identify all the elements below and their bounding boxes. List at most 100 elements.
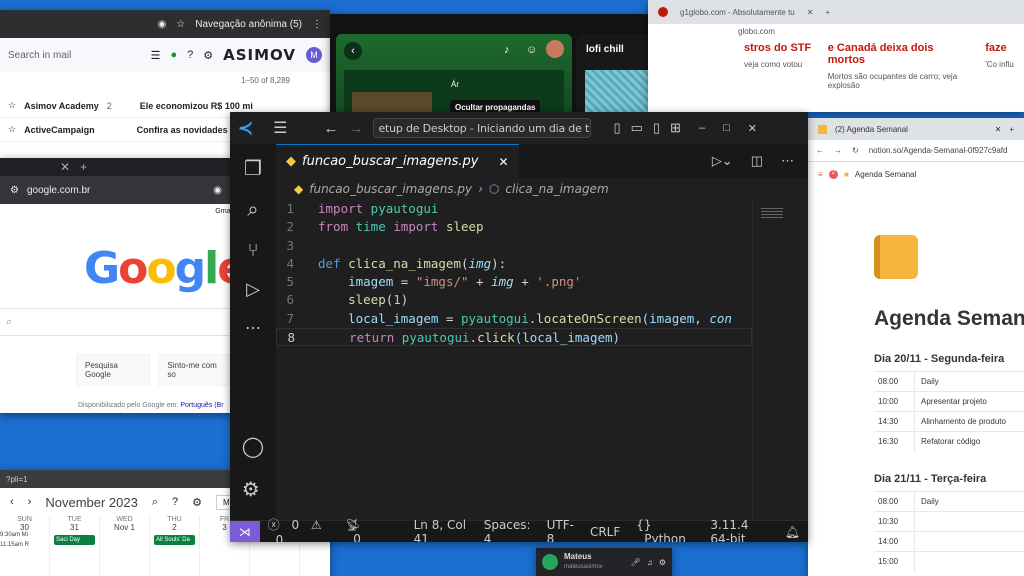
- headline-title[interactable]: stros do STF: [744, 42, 816, 54]
- google-search-button[interactable]: Pesquisa Google: [76, 354, 151, 386]
- task-cell[interactable]: Alinhamento de produto: [914, 411, 1006, 432]
- url-text[interactable]: google.com.br: [27, 185, 90, 196]
- table-row[interactable]: 08:00 Daily: [874, 491, 1024, 512]
- breadcrumb-label[interactable]: Agenda Semanal: [855, 170, 916, 179]
- cursor-position[interactable]: Ln 8, Col 41: [406, 518, 476, 543]
- tab-news[interactable]: g1globo.com - Absolutamente tu: [680, 8, 795, 17]
- table-row[interactable]: 10:00 Apresentar projeto: [874, 391, 1024, 412]
- table-row[interactable]: 14:00: [874, 531, 1024, 552]
- breadcrumb-symbol[interactable]: clica_na_imagem: [505, 182, 608, 196]
- mic-icon[interactable]: 🎤︎: [631, 558, 641, 567]
- avatar[interactable]: [542, 554, 558, 570]
- toggle-secondary-sidebar-icon[interactable]: ▯: [653, 120, 660, 136]
- bell-icon[interactable]: 🔔︎: [777, 525, 808, 539]
- python-interpreter[interactable]: 3.11.4 64-bit: [702, 518, 776, 543]
- tab-notion[interactable]: (2) Agenda Semanal: [835, 125, 908, 134]
- avatar[interactable]: [546, 40, 564, 58]
- code-line[interactable]: 4 def clica_na_imagem(img):: [276, 255, 752, 273]
- calendar-day[interactable]: TUE 31 Saci Day: [50, 516, 100, 576]
- task-cell[interactable]: Daily: [914, 491, 939, 512]
- menu-icon[interactable]: ☰: [273, 118, 287, 138]
- task-cell[interactable]: Refatorar código: [914, 431, 980, 452]
- headline[interactable]: faze 'Co influ: [985, 42, 1024, 90]
- toggle-panel-icon[interactable]: ▭: [631, 120, 643, 136]
- code-line[interactable]: 3: [276, 237, 752, 255]
- code-line[interactable]: 1 import pyautogui: [276, 200, 752, 218]
- customize-layout-icon[interactable]: ⊞: [670, 120, 681, 136]
- url-text[interactable]: ?pli=1: [6, 475, 28, 484]
- minimize-icon[interactable]: –: [699, 122, 705, 134]
- more-actions-icon[interactable]: ⋯: [781, 153, 794, 169]
- headline[interactable]: e Canadá deixa dois mortos Mortos são ocu…: [828, 42, 973, 90]
- explorer-icon[interactable]: ❐: [244, 156, 262, 181]
- search-icon[interactable]: ⌕: [152, 496, 158, 509]
- event-note[interactable]: 9:30am Mi: [0, 532, 49, 538]
- close-tab-icon[interactable]: ✕: [807, 8, 814, 17]
- headline[interactable]: stros do STF veja como votou: [744, 42, 816, 90]
- account-icon[interactable]: ◯: [242, 434, 264, 459]
- gmail-link[interactable]: Gmai: [0, 204, 232, 215]
- prev-icon[interactable]: ‹: [10, 496, 14, 508]
- url-text[interactable]: globo.com: [648, 24, 1024, 42]
- command-center[interactable]: etup de Desktop - Iniciando um dia de tr…: [373, 118, 592, 138]
- line-endings[interactable]: CRLF: [582, 525, 628, 539]
- event-note[interactable]: 11:15am R: [0, 542, 49, 548]
- task-cell[interactable]: Apresentar projeto: [914, 391, 987, 412]
- status-dot-icon[interactable]: ●: [170, 49, 177, 61]
- star-icon[interactable]: ☆: [176, 19, 185, 30]
- calendar-day[interactable]: WED Nov 1: [100, 516, 150, 576]
- run-icon[interactable]: ▷⌄: [712, 153, 733, 169]
- forward-icon[interactable]: →: [834, 146, 842, 155]
- new-tab-icon[interactable]: +: [825, 8, 830, 17]
- toggle-sidebar-icon[interactable]: ▯: [613, 120, 620, 136]
- problems-indicator[interactable]: ⓧ 0 ⚠ 0: [260, 516, 338, 542]
- tab-funcao-buscar-imagens[interactable]: ◆ funcao_buscar_imagens.py ✕: [276, 144, 519, 178]
- eye-off-icon[interactable]: ◉: [158, 19, 167, 30]
- minimap[interactable]: [752, 200, 808, 520]
- gear-icon[interactable]: ⚙: [242, 477, 264, 502]
- forward-icon[interactable]: →: [348, 120, 363, 137]
- menu-dots-icon[interactable]: ⋮: [312, 19, 322, 30]
- table-row[interactable]: 16:30 Refatorar código: [874, 431, 1024, 452]
- gear-icon[interactable]: ⚙: [203, 49, 213, 62]
- more-icon[interactable]: ⋯: [245, 318, 261, 338]
- code-line[interactable]: 2 from time import sleep: [276, 218, 752, 236]
- close-tab-icon[interactable]: ✕: [60, 160, 70, 174]
- avatar[interactable]: M: [306, 47, 322, 63]
- reload-icon[interactable]: ↻: [852, 146, 859, 155]
- new-tab-icon[interactable]: +: [80, 160, 87, 174]
- close-icon[interactable]: ✕: [748, 122, 757, 135]
- run-debug-icon[interactable]: ▷: [246, 279, 260, 300]
- language-link[interactable]: Português (Br: [180, 402, 223, 409]
- menu-icon[interactable]: ≡: [818, 170, 823, 179]
- next-icon[interactable]: ›: [28, 496, 32, 508]
- language-mode[interactable]: {} Python: [628, 518, 702, 543]
- calendar-event[interactable]: All Souls' Da: [154, 535, 195, 545]
- headline-title[interactable]: e Canadá deixa dois mortos: [828, 42, 973, 66]
- friends-icon[interactable]: ☺: [526, 44, 537, 56]
- headline-title[interactable]: faze: [985, 42, 1024, 54]
- breadcrumb-file[interactable]: funcao_buscar_imagens.py: [309, 182, 472, 196]
- search-icon[interactable]: ⌕: [247, 199, 258, 222]
- task-cell[interactable]: [914, 511, 921, 532]
- code-line-current[interactable]: 8 return pyautogui. click (local_imagem): [276, 328, 752, 347]
- calendar-day[interactable]: THU 2 All Souls' Da: [150, 516, 200, 576]
- split-editor-icon[interactable]: ◫: [751, 153, 763, 169]
- eye-off-icon[interactable]: ◉: [213, 185, 222, 196]
- table-row[interactable]: 14:30 Alinhamento de produto: [874, 411, 1024, 432]
- table-row[interactable]: 10:30: [874, 511, 1024, 532]
- site-info-icon[interactable]: ⚙: [10, 185, 19, 196]
- close-icon[interactable]: ✕: [498, 155, 508, 169]
- address-bar[interactable]: ← → ↻ notion.so/Agenda-Semanal-0f927c9af…: [808, 140, 1024, 162]
- star-icon[interactable]: ☆: [8, 100, 16, 111]
- search-input[interactable]: ⌕: [0, 308, 232, 336]
- calendar-event[interactable]: Saci Day: [54, 535, 95, 545]
- task-cell[interactable]: Daily: [914, 371, 939, 392]
- task-cell[interactable]: [914, 551, 921, 572]
- back-icon[interactable]: ←: [323, 120, 338, 137]
- remote-icon[interactable]: ⋊: [230, 520, 260, 542]
- lucky-button[interactable]: Sinto-me com so: [158, 354, 232, 386]
- table-row[interactable]: 15:00: [874, 551, 1024, 572]
- source-control-icon[interactable]: ⑂: [248, 240, 259, 261]
- help-icon[interactable]: ?: [172, 496, 178, 508]
